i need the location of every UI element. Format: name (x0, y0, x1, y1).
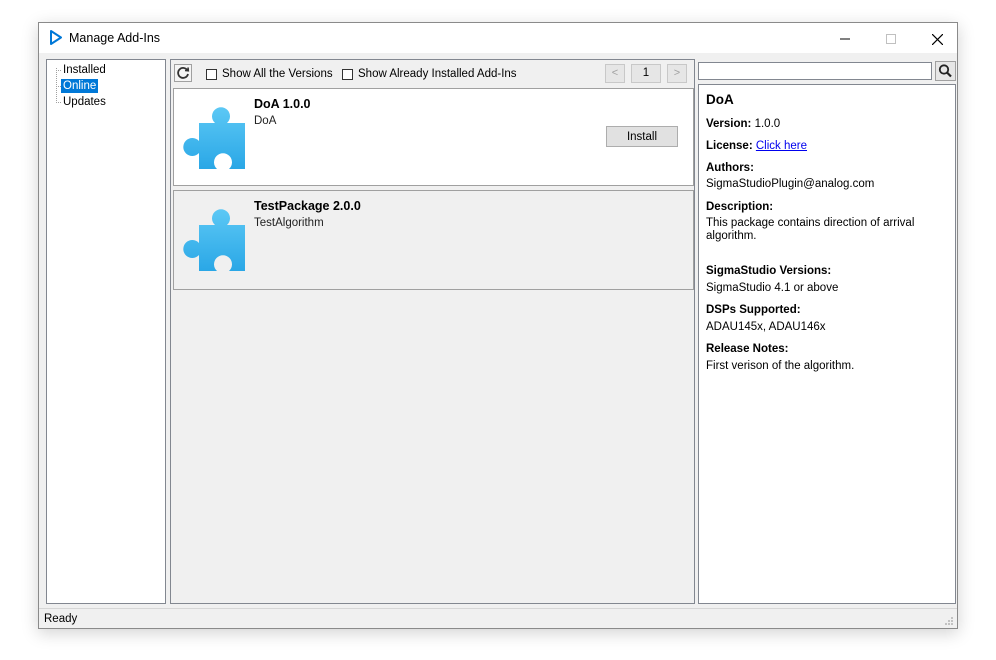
search-button[interactable] (935, 61, 956, 81)
version-label: Version: (706, 118, 752, 130)
close-icon (931, 33, 943, 46)
tree-item-installed[interactable]: Installed (61, 63, 108, 77)
show-installed-checkbox[interactable]: Show Already Installed Add-Ins (342, 67, 517, 81)
title-bar: Manage Add-Ins (39, 23, 957, 53)
puzzle-piece-icon (183, 107, 245, 169)
detail-package-name: DoA (706, 92, 734, 107)
checkbox-box (342, 68, 353, 80)
refresh-button[interactable] (174, 64, 192, 82)
package-item-testpackage[interactable]: TestPackage 2.0.0 TestAlgorithm (173, 190, 694, 290)
show-installed-label: Show Already Installed Add-Ins (358, 68, 517, 80)
page-number: 1 (631, 64, 661, 83)
package-description: DoA (254, 115, 277, 127)
detail-version: Version: 1.0.0 (706, 118, 780, 130)
tree-item-updates[interactable]: Updates (61, 95, 108, 109)
close-button[interactable] (914, 23, 960, 53)
license-link[interactable]: Click here (756, 140, 807, 152)
search-input[interactable] (698, 62, 932, 80)
authors-label: Authors: (706, 162, 754, 174)
version-value: 1.0.0 (754, 118, 781, 130)
resize-grip-icon[interactable] (944, 616, 954, 626)
window-title: Manage Add-Ins (69, 31, 161, 45)
sigmastudio-versions-value: SigmaStudio 4.1 or above (706, 282, 839, 294)
status-bar: Ready (39, 608, 957, 628)
maximize-button[interactable] (868, 23, 914, 53)
tree-item-online[interactable]: Online (61, 79, 99, 93)
manage-addins-window: Manage Add-Ins Installed Online Updates (38, 22, 958, 629)
install-button[interactable]: Install (606, 126, 678, 147)
package-list-panel: Show All the Versions Show Already Insta… (170, 59, 695, 604)
status-text: Ready (44, 613, 78, 625)
description-value: This package contains direction of arriv… (706, 217, 915, 242)
play-arrow-icon (50, 30, 62, 45)
category-tree: Installed Online Updates (46, 59, 166, 604)
next-page-button[interactable]: > (667, 64, 687, 83)
maximize-icon (886, 34, 896, 45)
dsps-supported-value: ADAU145x, ADAU146x (706, 321, 826, 333)
package-name: DoA 1.0.0 (254, 97, 311, 111)
chevron-left-icon: < (611, 67, 619, 79)
search-icon (938, 64, 952, 78)
package-name: TestPackage 2.0.0 (254, 199, 361, 213)
authors-value: SigmaStudioPlugin@analog.com (706, 178, 875, 190)
tree-connector (56, 68, 57, 101)
minimize-icon (840, 38, 850, 40)
dsps-supported-label: DSPs Supported: (706, 304, 801, 316)
sigmastudio-versions-label: SigmaStudio Versions: (706, 265, 832, 277)
package-details-panel: DoA Version: 1.0.0 License: Click here A… (698, 84, 956, 604)
package-description: TestAlgorithm (254, 217, 324, 229)
license-label: License: (706, 140, 753, 152)
show-all-versions-checkbox[interactable]: Show All the Versions (206, 67, 333, 81)
package-item-doa[interactable]: DoA 1.0.0 DoA Install (173, 88, 694, 186)
checkbox-box (206, 68, 217, 80)
release-notes-value: First verison of the algorithm. (706, 360, 855, 372)
minimize-button[interactable] (822, 23, 868, 53)
release-notes-label: Release Notes: (706, 343, 789, 355)
refresh-icon (177, 67, 190, 79)
prev-page-button[interactable]: < (605, 64, 625, 83)
show-all-versions-label: Show All the Versions (222, 68, 333, 80)
description-label: Description: (706, 201, 774, 213)
list-toolbar: Show All the Versions Show Already Insta… (171, 60, 694, 86)
chevron-right-icon: > (673, 67, 681, 79)
detail-license: License: Click here (706, 140, 807, 152)
puzzle-piece-icon (183, 209, 245, 271)
